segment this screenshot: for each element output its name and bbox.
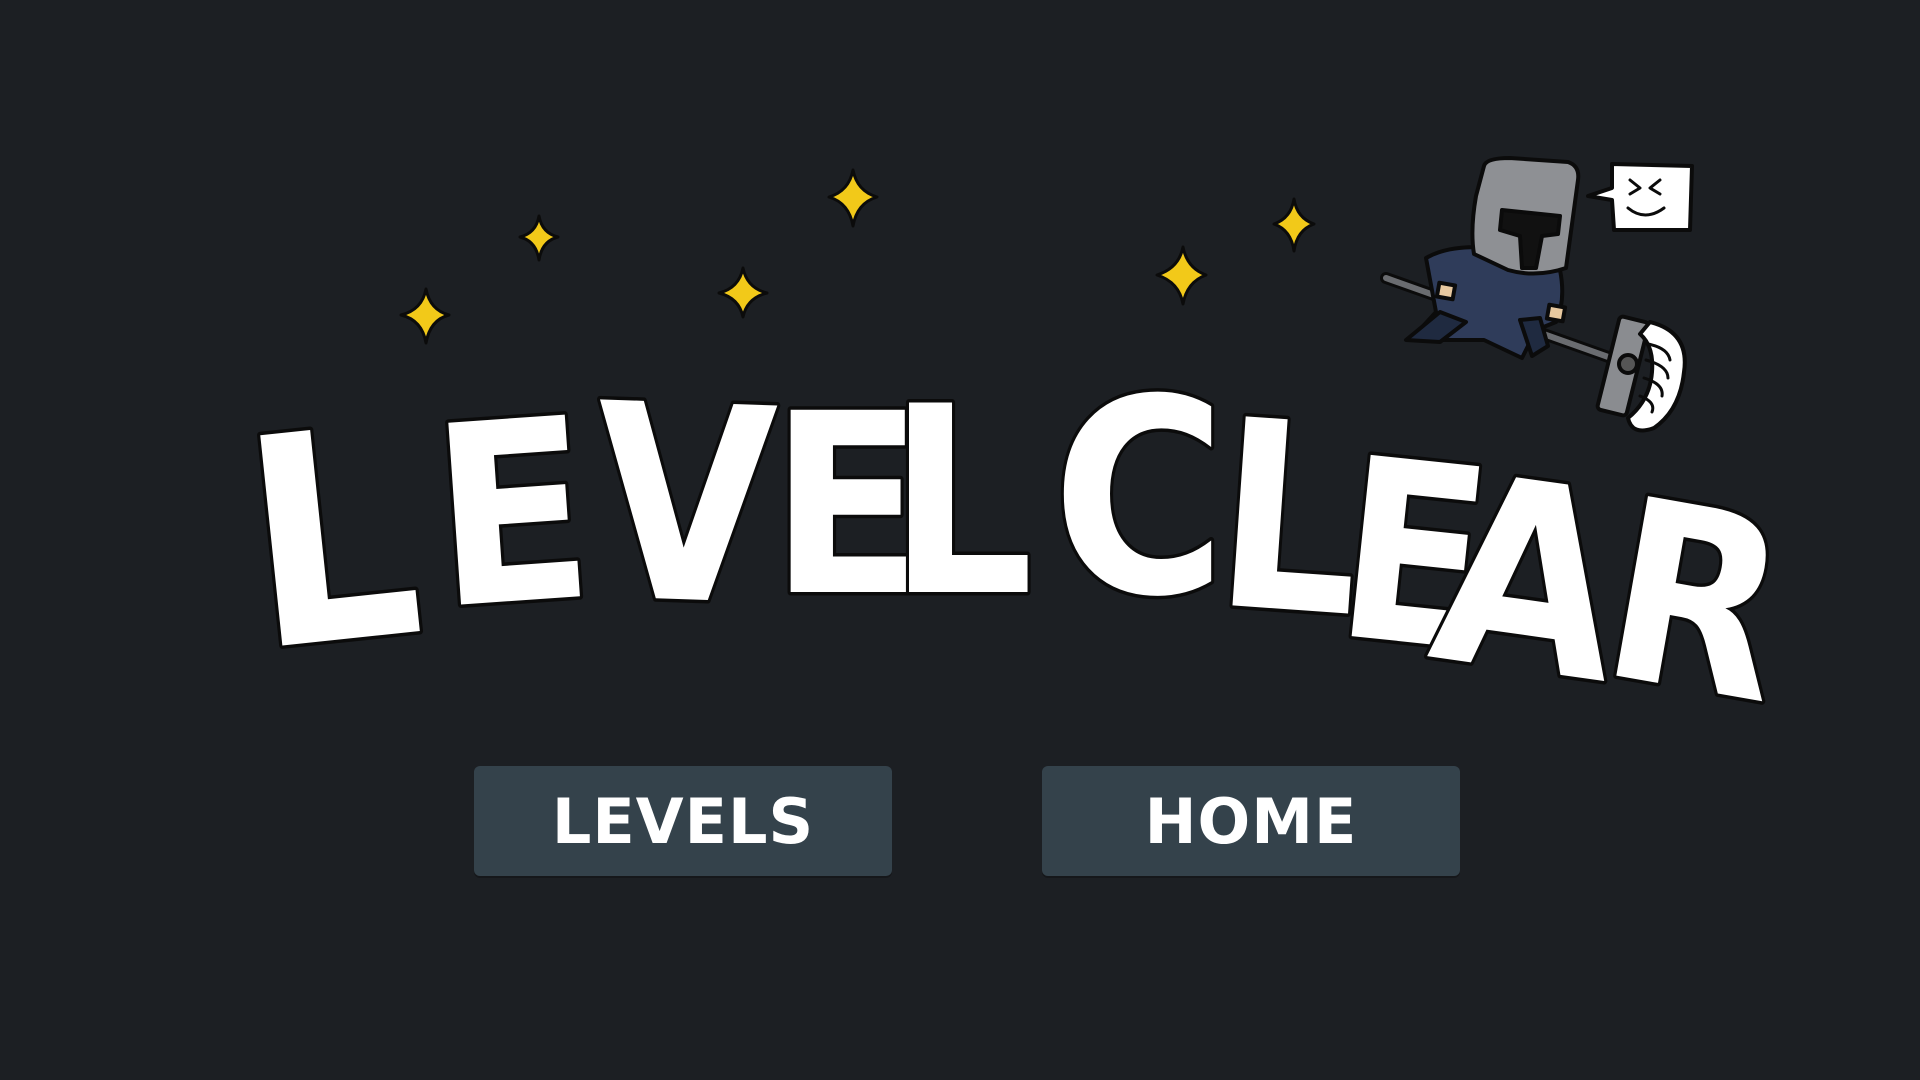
sparkle-icon bbox=[717, 266, 769, 319]
title-letter: C bbox=[1052, 341, 1226, 655]
sparkles bbox=[399, 168, 1316, 345]
levels-button[interactable]: LEVELS bbox=[474, 766, 892, 876]
level-clear-title-art: LEVEL CLEAR bbox=[226, 156, 1810, 764]
title-letter: L bbox=[888, 351, 1034, 654]
sparkle-icon bbox=[827, 168, 879, 228]
sparkle-icon bbox=[1272, 197, 1316, 253]
sparkle-icon bbox=[399, 287, 451, 345]
levels-button-label: LEVELS bbox=[551, 784, 815, 858]
knight-icon bbox=[1380, 156, 1694, 433]
sparkle-icon bbox=[1155, 245, 1208, 306]
title-letter: E bbox=[424, 364, 601, 666]
speech-bubble-smile-icon bbox=[1586, 162, 1694, 232]
level-clear-title: LEVEL CLEAR bbox=[226, 338, 1810, 764]
title-letter: V bbox=[590, 346, 781, 666]
level-clear-screen: LEVELCLEAR LEVELS HOME bbox=[0, 0, 1920, 1080]
home-button-label: HOME bbox=[1144, 784, 1358, 858]
home-button[interactable]: HOME bbox=[1042, 766, 1460, 876]
sparkle-icon bbox=[518, 214, 560, 262]
title-letter: L bbox=[230, 362, 434, 716]
